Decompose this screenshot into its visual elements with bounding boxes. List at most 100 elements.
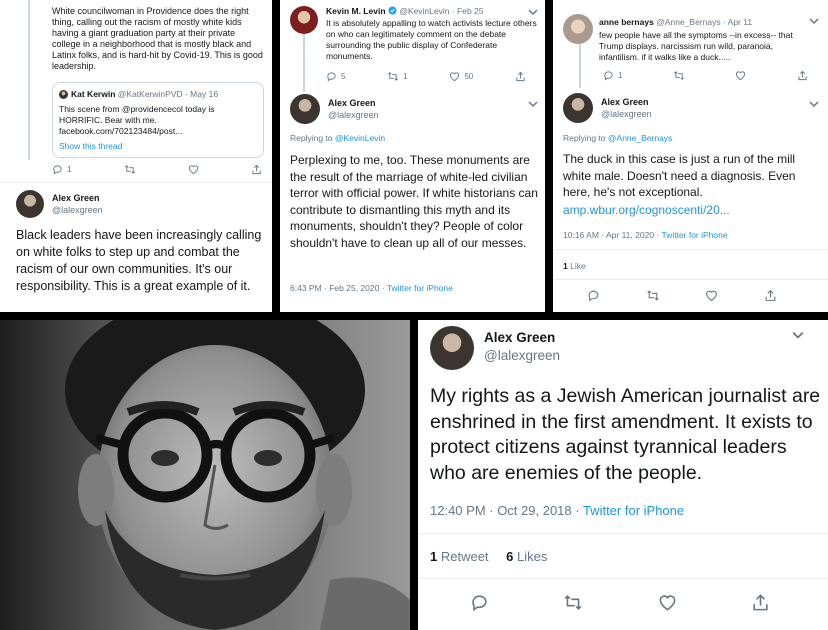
divider: [418, 578, 828, 579]
share-icon[interactable]: [515, 71, 526, 82]
avatar[interactable]: [290, 94, 320, 124]
replying-to-handle[interactable]: @KevinLevin: [335, 133, 385, 143]
like-icon: [450, 72, 460, 82]
thread-line: [28, 0, 30, 160]
reply-button[interactable]: 1: [52, 164, 71, 175]
chevron-down-icon[interactable]: [809, 17, 819, 25]
replying-to: Replying to @Anne_Bernays: [563, 133, 672, 143]
retweets-label: Retweet: [437, 549, 489, 564]
reply-author[interactable]: Alex Green @lalexgreen: [563, 93, 652, 123]
avatar[interactable]: [430, 326, 474, 370]
article-link[interactable]: amp.wbur.org/cognoscenti/20...: [563, 203, 730, 217]
reply-icon: [604, 71, 613, 81]
tweet-header: Kevin M. Levin @KevinLevin · Feb 25: [326, 6, 484, 16]
tweet-timestamp: 10:16 AM · Apr 11, 2020 · Twitter for iP…: [563, 230, 728, 240]
author-name[interactable]: anne bernays: [599, 17, 654, 27]
tweet-card-councilwoman: White councilwoman in Providence does th…: [0, 0, 272, 312]
reply-icon[interactable]: [470, 593, 489, 612]
thread-line: [303, 32, 305, 92]
reply-author[interactable]: Alex Green @lalexgreen: [290, 94, 379, 124]
reply-icon[interactable]: [587, 289, 600, 302]
quoted-text: This scene from @providencecol today is …: [59, 104, 215, 136]
retweet-icon[interactable]: [673, 70, 685, 81]
like-stats[interactable]: 1 Like: [563, 261, 586, 271]
portrait-photo: [0, 320, 410, 630]
retweet-icon[interactable]: [124, 164, 136, 175]
like-icon[interactable]: [735, 70, 746, 81]
author-name[interactable]: Alex Green: [328, 97, 379, 109]
reply-button[interactable]: 1: [603, 70, 622, 81]
retweets-stat[interactable]: 1 Retweet: [430, 549, 489, 564]
tweet-card-monuments: Kevin M. Levin @KevinLevin · Feb 25 It i…: [280, 0, 545, 312]
author-name[interactable]: Kevin M. Levin: [326, 6, 386, 16]
replying-to-label: Replying to: [290, 133, 335, 143]
like-button[interactable]: 50: [449, 71, 473, 82]
timestamp-text: 6:43 PM · Feb 25, 2020 ·: [290, 283, 387, 293]
like-icon[interactable]: [705, 289, 718, 302]
avatar[interactable]: [563, 93, 593, 123]
timestamp-text: 12:40 PM · Oct 29, 2018 ·: [430, 503, 583, 518]
chevron-down-icon[interactable]: [528, 100, 538, 108]
avatar[interactable]: [16, 190, 44, 218]
author-name[interactable]: Alex Green: [52, 192, 103, 204]
reply-text: The duck in this case is just a run of t…: [563, 152, 796, 199]
chevron-down-icon[interactable]: [809, 100, 819, 108]
reply-text: Perplexing to me, too. These monuments a…: [290, 153, 538, 250]
divider: [0, 182, 272, 183]
divider: [418, 533, 828, 534]
verified-icon: [388, 6, 397, 15]
thread-line: [579, 42, 581, 88]
replying-to-handle[interactable]: @Anne_Bernays: [608, 133, 672, 143]
tweet-actions: [587, 289, 777, 302]
tweet-actions: 5 1 50: [326, 71, 526, 82]
avatar[interactable]: [290, 6, 318, 34]
like-icon[interactable]: [188, 164, 199, 175]
reply-button[interactable]: 5: [326, 71, 345, 82]
likes-stat[interactable]: 6 Likes: [506, 549, 547, 564]
tweet-source[interactable]: Twitter for iPhone: [583, 503, 684, 518]
tweet-actions: 1: [52, 164, 262, 175]
tweet-timestamp: 12:40 PM · Oct 29, 2018 · Twitter for iP…: [430, 503, 684, 518]
tweet-author[interactable]: Alex Green @lalexgreen: [484, 330, 560, 363]
timestamp-text: 10:16 AM · Apr 11, 2020 ·: [563, 230, 662, 240]
like-icon[interactable]: [658, 593, 677, 612]
tweet-text: It is absolutely appalling to watch acti…: [326, 18, 537, 61]
share-icon[interactable]: [751, 593, 770, 612]
share-icon[interactable]: [797, 70, 808, 81]
like-count: 50: [464, 72, 474, 81]
quoted-author-name[interactable]: Kat Kerwin: [71, 89, 115, 99]
tweet-source[interactable]: Twitter for iPhone: [661, 230, 727, 240]
quoted-handle-date: @KatKerwinPVD · May 16: [117, 89, 219, 99]
tweet-card-duck: anne bernays @Anne_Bernays · Apr 11 few …: [553, 0, 828, 312]
author-name[interactable]: Alex Green: [484, 330, 560, 345]
reply-count: 1: [67, 165, 72, 174]
divider: [553, 279, 828, 280]
tweet-source[interactable]: Twitter for iPhone: [387, 283, 453, 293]
tweet-actions: 1: [603, 70, 808, 81]
reply-author[interactable]: Alex Green @lalexgreen: [16, 190, 103, 218]
show-thread-link[interactable]: Show this thread: [59, 141, 122, 151]
share-icon[interactable]: [764, 289, 777, 302]
reply-icon: [327, 72, 336, 82]
tweet-text: My rights as a Jewish American journalis…: [430, 385, 821, 484]
quoted-tweet[interactable]: Kat Kerwin @KatKerwinPVD · May 16 This s…: [52, 82, 264, 158]
author-handle: @lalexgreen: [328, 110, 379, 120]
tweet-text: few people have all the symptoms --in ex…: [599, 30, 793, 62]
likes-label: Likes: [513, 549, 548, 564]
handle-date: @Anne_Bernays · Apr 11: [656, 17, 753, 27]
likes-label: Like: [567, 261, 586, 271]
tweet-stats: 1 Retweet 6 Likes: [430, 549, 547, 564]
share-icon[interactable]: [251, 164, 262, 175]
retweet-icon: [388, 72, 399, 81]
handle-date: @KevinLevin · Feb 25: [399, 6, 484, 16]
avatar[interactable]: [59, 89, 68, 99]
chevron-down-icon[interactable]: [528, 8, 538, 16]
retweet-icon[interactable]: [646, 289, 660, 302]
chevron-down-icon[interactable]: [792, 330, 804, 340]
author-name[interactable]: Alex Green: [601, 96, 652, 108]
retweet-button[interactable]: 1: [387, 71, 408, 82]
replying-to-label: Replying to: [563, 133, 608, 143]
avatar[interactable]: [563, 14, 593, 44]
retweet-icon[interactable]: [563, 593, 583, 612]
tweet-text: White councilwoman in Providence does th…: [52, 6, 263, 71]
